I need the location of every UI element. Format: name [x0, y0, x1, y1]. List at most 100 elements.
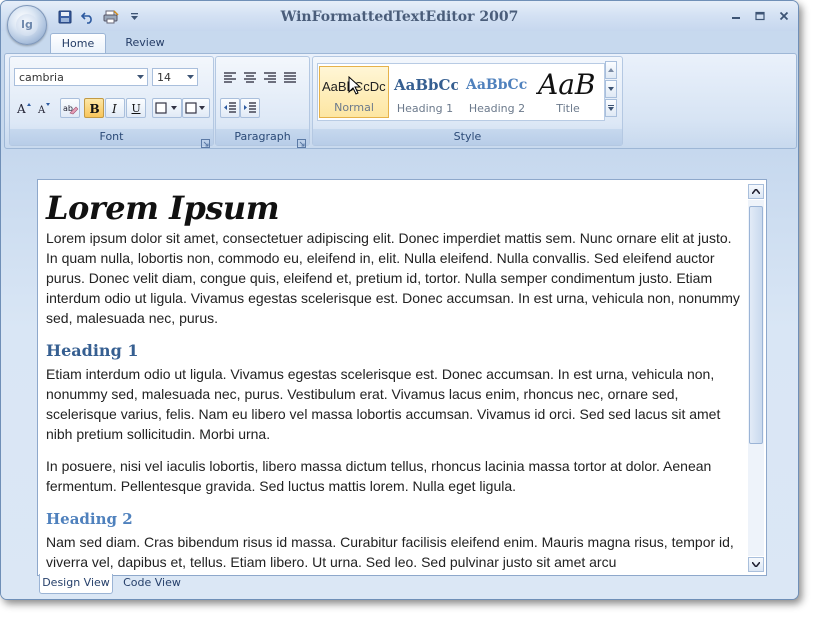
gallery-scroll-up-button[interactable] [605, 61, 617, 79]
gallery-scroll-down-button[interactable] [605, 80, 617, 98]
font-name-combo[interactable]: cambria [14, 68, 148, 86]
style-heading-2-sample: AaBbCc [466, 77, 528, 93]
gallery-expand-button[interactable] [605, 99, 617, 117]
ribbon-panel: cambria 14 A A ab B I U Font Paragraph N… [4, 53, 797, 149]
font-dialog-launcher[interactable] [201, 133, 210, 148]
tab-home[interactable]: Home [50, 33, 106, 54]
style-heading-1-sample: AaBbCc [394, 76, 458, 94]
document-editor[interactable]: Lorem Ipsum Lorem ipsum dolor sit amet, … [37, 179, 767, 576]
shrink-font-button[interactable]: A [34, 98, 54, 118]
style-title[interactable]: AaB Title [536, 66, 600, 118]
save-icon [58, 10, 72, 24]
quick-print-icon [103, 10, 119, 24]
ribbon-tabs: Home Review [1, 31, 798, 54]
clear-format-icon: ab [63, 104, 78, 115]
scroll-up-button[interactable] [748, 184, 764, 199]
heading-2: Heading 2 [46, 510, 133, 528]
justify-icon [284, 72, 296, 83]
increase-indent-icon [244, 102, 256, 113]
justify-button[interactable] [280, 68, 300, 88]
quick-print-button[interactable] [102, 8, 120, 26]
title-bar: WinFormattedTextEditor 2007 [1, 1, 798, 31]
paragraph-group-label: Paragraph [216, 129, 309, 145]
paragraph-4: Nam sed diam. Cras bibendum risus id mas… [46, 534, 734, 570]
customize-qat-button[interactable] [125, 8, 143, 26]
chevron-up-icon [608, 68, 614, 72]
chevron-down-icon [186, 74, 194, 79]
font-group-label: Font [10, 129, 213, 145]
font-size-value: 14 [157, 71, 171, 84]
style-group-label: Style [313, 129, 622, 145]
font-size-combo[interactable]: 14 [152, 68, 198, 86]
underline-button[interactable]: U [126, 98, 146, 118]
bold-button[interactable]: B [84, 98, 104, 118]
dialog-launcher-icon [201, 139, 210, 148]
quick-access-toolbar [56, 8, 143, 26]
svg-text:B: B [90, 102, 100, 115]
undo-button[interactable] [79, 8, 97, 26]
application-button[interactable]: lg [7, 5, 47, 45]
style-heading-1[interactable]: AaBbCc Heading 1 [392, 66, 458, 118]
save-button[interactable] [56, 8, 74, 26]
document-content[interactable]: Lorem Ipsum Lorem ipsum dolor sit amet, … [46, 188, 740, 572]
style-group-title: Style [453, 130, 482, 143]
align-right-button[interactable] [260, 68, 280, 88]
style-heading-1-name: Heading 1 [396, 102, 454, 115]
grow-font-button[interactable]: A [14, 98, 34, 118]
mouse-cursor-icon [348, 75, 362, 95]
heading-1: Heading 1 [46, 341, 139, 360]
font-size-dropdown-button[interactable] [183, 69, 197, 85]
mouse-cursor [348, 75, 362, 100]
workspace: Lorem Ipsum Lorem ipsum dolor sit amet, … [1, 149, 798, 599]
style-title-sample: AaB [538, 68, 596, 101]
align-center-icon [244, 72, 256, 83]
border-button[interactable] [152, 98, 182, 118]
tab-review[interactable]: Review [116, 33, 174, 53]
font-name-value: cambria [19, 71, 64, 84]
fill-color-button[interactable] [182, 98, 210, 118]
align-center-button[interactable] [240, 68, 260, 88]
font-name-dropdown-button[interactable] [133, 69, 147, 85]
maximize-icon [755, 11, 765, 21]
scroll-thumb[interactable] [749, 206, 763, 444]
style-group: AaBbCcDc Normal AaBbCc Heading 1 AaBbCc … [312, 56, 623, 146]
minimize-icon [732, 17, 740, 19]
style-gallery-scroll [605, 61, 617, 121]
align-left-button[interactable] [220, 68, 240, 88]
minimize-button[interactable] [725, 7, 747, 25]
svg-text:A: A [37, 105, 46, 115]
gallery-more-icon [608, 105, 614, 111]
border-icon [155, 102, 177, 114]
paragraph-1: Lorem ipsum dolor sit amet, consectetuer… [46, 230, 740, 326]
vertical-scrollbar[interactable] [748, 184, 764, 572]
align-right-icon [264, 72, 276, 83]
decrease-indent-button[interactable] [220, 98, 240, 118]
dialog-launcher-icon [297, 139, 306, 148]
underline-icon: U [131, 102, 141, 115]
customize-qat-icon [130, 13, 138, 20]
paragraph-group: Paragraph [215, 56, 310, 148]
scroll-down-button[interactable] [748, 557, 764, 572]
document-title: Lorem Ipsum [46, 189, 280, 227]
increase-indent-button[interactable] [240, 98, 260, 118]
fill-color-icon [185, 102, 205, 114]
tab-code-view[interactable]: Code View [117, 574, 187, 593]
align-left-icon [224, 72, 236, 83]
italic-icon: I [111, 102, 117, 115]
style-heading-2-name: Heading 2 [468, 102, 526, 115]
grow-font-icon: A [16, 102, 31, 115]
font-group-title: Font [99, 130, 124, 143]
style-heading-2[interactable]: AaBbCc Heading 2 [464, 66, 530, 118]
decrease-indent-icon [224, 102, 236, 113]
italic-button[interactable]: I [105, 98, 125, 118]
chevron-down-icon [608, 87, 614, 91]
font-group: cambria 14 A A ab B I U Font [9, 56, 214, 148]
undo-icon [81, 12, 92, 24]
tab-design-view[interactable]: Design View [39, 574, 113, 594]
paragraph-dialog-launcher[interactable] [297, 133, 306, 148]
maximize-button[interactable] [749, 7, 771, 25]
clear-format-button[interactable]: ab [60, 98, 80, 118]
close-button[interactable] [773, 7, 795, 25]
scroll-track[interactable] [748, 200, 764, 556]
